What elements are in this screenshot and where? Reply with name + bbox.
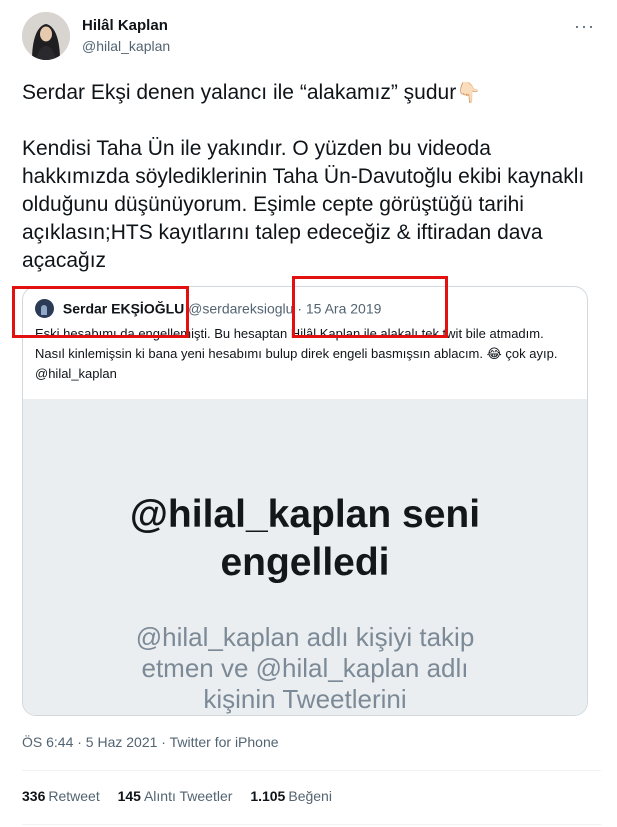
divider xyxy=(22,824,601,825)
quoted-tweet[interactable]: Serdar EKŞİOĞLU @serdareksioglu · 15 Ara… xyxy=(22,286,588,716)
image-title-line: engelledi xyxy=(220,541,390,584)
highlight-box-name xyxy=(12,286,189,338)
image-title-line: @hilal_kaplan seni xyxy=(129,493,481,536)
divider xyxy=(22,770,601,771)
retweets-label: Retweet xyxy=(48,788,100,804)
image-title: @hilal_kaplan seni engelledi xyxy=(23,491,587,587)
tweet-stats: 336 Retweet 145 Alıntı Tweetler 1.105 Beğen… xyxy=(22,788,346,804)
avatar[interactable] xyxy=(22,12,70,60)
image-subtitle-line: etmen ve @hilal_kaplan adlı xyxy=(141,653,469,683)
quotes-count: 145 xyxy=(117,788,141,804)
tweet-text: Serdar Ekşi denen yalancı ile “alakamız”… xyxy=(22,78,592,275)
more-options-icon[interactable]: ··· xyxy=(574,16,595,37)
image-subtitle-line: kişinin Tweetlerini xyxy=(203,684,407,714)
tweet-timestamp[interactable]: ÖS 6:44 · 5 Haz 2021 · Twitter for iPhon… xyxy=(22,734,279,750)
quoted-tweet-image[interactable]: @hilal_kaplan seni engelledi @hilal_kapl… xyxy=(23,399,587,715)
pointing-down-icon: 👇🏻 xyxy=(456,80,482,104)
image-subtitle-line: @hilal_kaplan adlı kişiyi takip xyxy=(135,622,475,652)
likes-label: Beğeni xyxy=(288,788,332,804)
image-subtitle: @hilal_kaplan adlı kişiyi takip etmen ve… xyxy=(23,622,587,715)
retweets-stat[interactable]: 336 Retweet xyxy=(22,788,100,804)
author-name[interactable]: Hilâl Kaplan xyxy=(82,17,168,34)
tweet-line1: Serdar Ekşi denen yalancı ile “alakamız”… xyxy=(22,81,457,104)
tweet-header: Hilâl Kaplan @hilal_kaplan ··· xyxy=(22,10,601,60)
tweet-paragraph2: Kendisi Taha Ün ile yakındır. O yüzden b… xyxy=(22,137,591,272)
quoted-author-handle[interactable]: @serdareksioglu xyxy=(188,301,293,317)
author-handle[interactable]: @hilal_kaplan xyxy=(82,38,170,54)
highlight-box-date xyxy=(292,276,448,338)
likes-count: 1.105 xyxy=(250,788,286,804)
quotes-stat[interactable]: 145 Alıntı Tweetler xyxy=(118,788,233,804)
quotes-label: Alıntı Tweetler xyxy=(143,788,233,804)
retweets-count: 336 xyxy=(22,788,46,804)
likes-stat[interactable]: 1.105 Beğeni xyxy=(250,788,332,804)
